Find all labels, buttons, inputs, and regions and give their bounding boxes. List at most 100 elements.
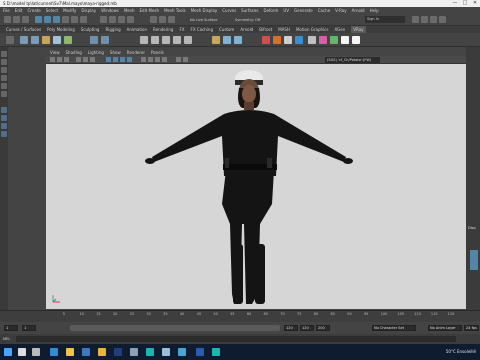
menu-item-13[interactable]: Deform	[263, 7, 278, 14]
menu-item-18[interactable]: Arnold	[352, 7, 365, 14]
live-surface-field[interactable]: No Live Surface	[190, 17, 217, 23]
edge-icon[interactable]	[50, 348, 58, 356]
lasso-tool-button[interactable]	[1, 59, 7, 65]
notepad-icon[interactable]	[162, 348, 170, 356]
depth-of-field-icon[interactable]	[162, 57, 167, 62]
snap-view-icon[interactable]	[127, 16, 134, 23]
wireframe-icon[interactable]	[106, 57, 111, 62]
search-icon[interactable]	[18, 348, 26, 356]
shelf-tab-12[interactable]: Motion Graphics	[296, 26, 329, 33]
camera-icon[interactable]	[53, 36, 61, 44]
light-icon[interactable]	[42, 36, 50, 44]
rotate-tool-button[interactable]	[1, 83, 7, 89]
construction-history-icon[interactable]	[150, 16, 157, 23]
select-tool-button[interactable]	[1, 51, 7, 57]
single-view-button[interactable]	[1, 107, 7, 113]
camera-select-icon[interactable]	[50, 57, 55, 62]
photoshop-icon[interactable]	[114, 348, 122, 356]
outliner-button[interactable]	[1, 131, 7, 137]
menu-item-7[interactable]: Mesh	[124, 7, 135, 14]
ipr-render-icon[interactable]	[168, 16, 175, 23]
ambient-occlusion-icon[interactable]	[148, 57, 153, 62]
cube-icon[interactable]	[31, 36, 39, 44]
vray-sun-icon[interactable]	[262, 36, 270, 44]
maya-icon[interactable]	[146, 348, 154, 356]
end-time-field[interactable]: 120	[300, 325, 314, 331]
shelf-tab-14[interactable]: VRay	[351, 26, 366, 33]
vray-dome-icon[interactable]	[151, 36, 159, 44]
plane-icon[interactable]	[64, 36, 72, 44]
menu-item-4[interactable]: Modify	[63, 7, 76, 14]
anti-aliasing-icon[interactable]	[155, 57, 160, 62]
store-icon[interactable]	[82, 348, 90, 356]
paint-tool-button[interactable]	[1, 67, 7, 73]
channel-box-icon[interactable]	[439, 16, 446, 23]
sign-in-button[interactable]: Sign In	[365, 16, 405, 23]
vray-green-icon[interactable]	[330, 36, 338, 44]
vray-fur-icon[interactable]	[184, 36, 192, 44]
anim-end-field[interactable]: 200	[316, 325, 330, 331]
menu-item-17[interactable]: V-Ray	[335, 7, 346, 14]
menu-item-2[interactable]: Create	[27, 7, 40, 14]
xray-icon[interactable]	[183, 57, 188, 62]
menu-item-9[interactable]: Mesh Tools	[164, 7, 186, 14]
move-tool-icon[interactable]	[62, 16, 69, 23]
four-view-button[interactable]	[1, 115, 7, 121]
render-icon[interactable]	[159, 16, 166, 23]
menu-item-10[interactable]: Mesh Display	[191, 7, 218, 14]
smooth-shade-icon[interactable]	[113, 57, 118, 62]
menu-item-6[interactable]: Windows	[101, 7, 119, 14]
textured-icon[interactable]	[120, 57, 125, 62]
menu-item-0[interactable]: File	[3, 7, 10, 14]
rotate-tool-icon[interactable]	[71, 16, 78, 23]
select-tool-icon[interactable]	[35, 16, 42, 23]
photos-icon[interactable]	[178, 348, 186, 356]
steam-icon[interactable]	[130, 348, 138, 356]
paint-select-icon[interactable]	[53, 16, 60, 23]
character-set-field[interactable]: No Character Set	[372, 325, 416, 331]
render-settings-icon[interactable]	[101, 36, 109, 44]
task-view-icon[interactable]	[32, 348, 40, 356]
menu-item-1[interactable]: Edit	[15, 7, 23, 14]
vray-sphere-icon[interactable]	[162, 36, 170, 44]
vray-mesh-icon[interactable]	[173, 36, 181, 44]
shelf-tab-1[interactable]: Poly Modeling	[47, 26, 75, 33]
vray-help-icon[interactable]	[352, 36, 360, 44]
shelf-tab-2[interactable]: Sculpting	[81, 26, 100, 33]
viewport[interactable]	[46, 64, 466, 309]
scale-tool-icon[interactable]	[80, 16, 87, 23]
vray-light-icon[interactable]	[140, 36, 148, 44]
shelf-tab-9[interactable]: Arnold	[240, 26, 253, 33]
vray-proxy-icon[interactable]	[223, 36, 231, 44]
range-slider[interactable]	[70, 325, 280, 331]
isolate-select-icon[interactable]	[176, 57, 181, 62]
shelf-tab-0[interactable]: Curves / Surfaces	[6, 26, 41, 33]
windows-icon[interactable]	[4, 348, 12, 356]
lasso-tool-icon[interactable]	[44, 16, 51, 23]
shelf-tab-6[interactable]: FX	[179, 26, 184, 33]
shelf-tab-13[interactable]: XGen	[334, 26, 345, 33]
menu-item-8[interactable]: Edit Mesh	[140, 7, 160, 14]
gear-icon[interactable]	[6, 36, 14, 44]
shelf-tab-7[interactable]: FX Caching	[191, 26, 213, 33]
shelf-tab-5[interactable]: Rendering	[153, 26, 173, 33]
scale-tool-button[interactable]	[1, 91, 7, 97]
menu-item-15[interactable]: Generate	[294, 7, 313, 14]
resolution-gate-icon[interactable]	[90, 57, 95, 62]
camera-field[interactable]: (SGS) 'cf_Ch/Potato':(FW)	[325, 57, 380, 63]
menu-item-16[interactable]: Cache	[318, 7, 330, 14]
grid-toggle-icon[interactable]	[76, 57, 81, 62]
layer-editor[interactable]	[470, 250, 478, 270]
vray-material-icon[interactable]	[284, 36, 292, 44]
maximize-button[interactable]: □	[460, 0, 470, 7]
tool-settings-icon[interactable]	[430, 16, 437, 23]
sphere-icon[interactable]	[20, 36, 28, 44]
vray-vfb-icon[interactable]	[295, 36, 303, 44]
shelf-tab-11[interactable]: MASH	[278, 26, 290, 33]
modeling-toolkit-icon[interactable]	[412, 16, 419, 23]
mel-input[interactable]	[16, 336, 456, 342]
explorer-icon[interactable]	[66, 348, 74, 356]
menu-item-3[interactable]: Select	[46, 7, 58, 14]
playback-end-field[interactable]: 120	[284, 325, 298, 331]
close-button[interactable]: ✕	[470, 0, 480, 7]
